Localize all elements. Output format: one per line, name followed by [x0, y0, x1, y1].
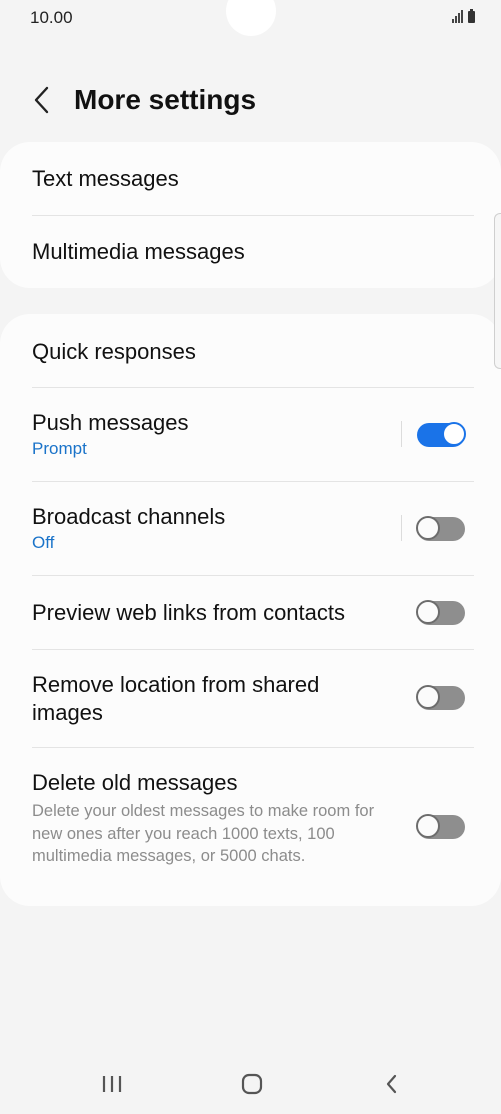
remove-location-toggle[interactable] [416, 685, 465, 710]
setting-title: Push messages [32, 410, 189, 435]
recent-apps-icon [102, 1076, 122, 1092]
status-time: 10.00 [30, 8, 73, 27]
setting-text-messages[interactable]: Text messages [32, 165, 469, 193]
toggle-knob [416, 516, 440, 540]
setting-quick-responses[interactable]: Quick responses [32, 338, 469, 366]
recent-apps-button[interactable] [90, 1066, 134, 1102]
broadcast-channels-toggle[interactable] [416, 516, 465, 541]
setting-title: Delete old messages [32, 770, 238, 795]
setting-title: Quick responses [32, 339, 196, 364]
setting-preview-web-links[interactable]: Preview web links from contacts [32, 599, 469, 627]
setting-description: Delete your oldest messages to make room… [32, 802, 375, 865]
setting-delete-old-messages[interactable]: Delete old messages Delete your oldest m… [32, 769, 391, 868]
divider [32, 747, 474, 748]
chevron-left-icon [34, 86, 49, 114]
scrollbar[interactable] [494, 213, 501, 369]
preview-links-toggle[interactable] [416, 600, 465, 625]
navigation-bar [0, 1054, 501, 1114]
delete-old-messages-toggle[interactable] [416, 814, 465, 839]
setting-title: Preview web links from contacts [32, 600, 345, 625]
home-icon [241, 1073, 263, 1095]
divider [32, 387, 474, 388]
setting-title: Multimedia messages [32, 239, 245, 264]
toggle-knob [416, 685, 440, 709]
messages-settings-card: Text messages Multimedia messages [0, 142, 501, 288]
vertical-separator [401, 515, 402, 541]
nav-back-button[interactable] [370, 1066, 414, 1102]
setting-broadcast-channels[interactable]: Broadcast channels Off [32, 503, 469, 553]
back-icon [386, 1074, 397, 1094]
vertical-separator [401, 421, 402, 447]
back-button[interactable] [24, 80, 60, 120]
setting-push-messages[interactable]: Push messages Prompt [32, 409, 469, 459]
status-bar: 10.00 [0, 0, 501, 36]
divider [32, 575, 474, 576]
setting-status: Prompt [32, 439, 87, 458]
push-messages-toggle[interactable] [417, 422, 466, 447]
camera-notch [226, 0, 276, 36]
app-header: More settings [0, 70, 501, 132]
status-icons [452, 9, 475, 23]
battery-icon [468, 9, 475, 23]
divider [32, 481, 474, 482]
toggle-knob [442, 422, 466, 446]
setting-multimedia-messages[interactable]: Multimedia messages [32, 238, 469, 266]
toggle-knob [416, 814, 440, 838]
divider [32, 649, 474, 650]
signal-icon [452, 9, 463, 23]
setting-title: Text messages [32, 166, 179, 191]
page-title: More settings [74, 84, 257, 115]
setting-status: Off [32, 533, 55, 552]
toggle-knob [416, 600, 440, 624]
home-button[interactable] [230, 1066, 274, 1102]
divider [32, 215, 474, 216]
setting-title: Remove location from shared images [32, 672, 320, 725]
setting-title: Broadcast channels [32, 504, 226, 529]
setting-remove-location[interactable]: Remove location from shared images [32, 671, 381, 727]
other-settings-card: Quick responses Push messages Prompt Bro… [0, 314, 501, 906]
